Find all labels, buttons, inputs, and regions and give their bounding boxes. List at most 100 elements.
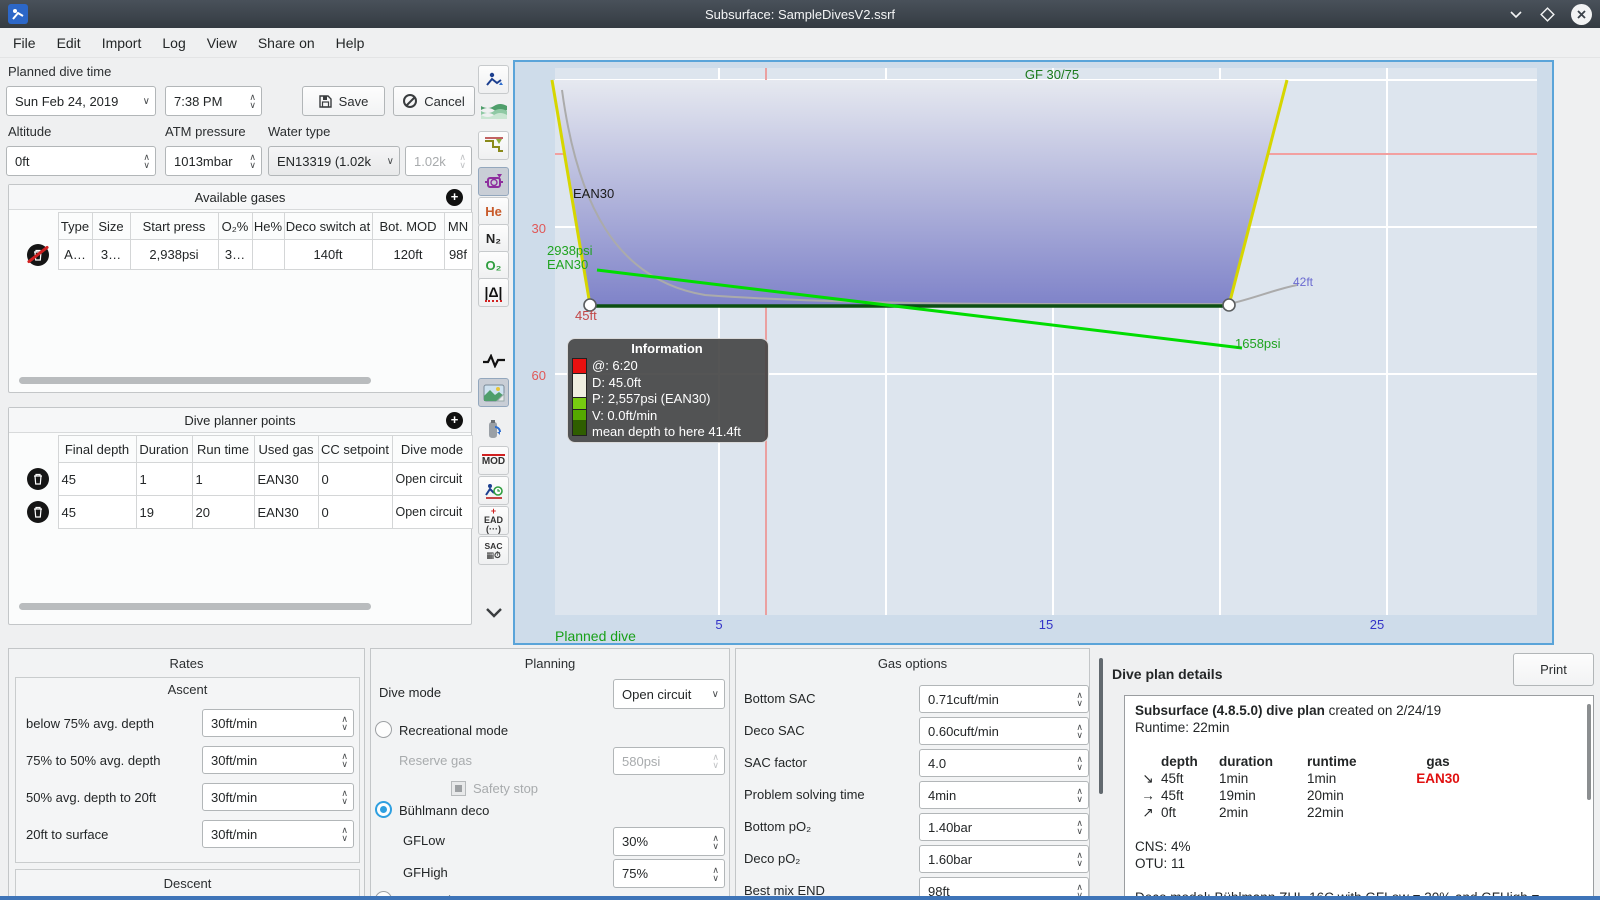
point-duration-cell[interactable]: 1: [135, 462, 193, 496]
spinner-arrows-icon[interactable]: ∧ ∨: [341, 752, 348, 769]
dive-date-combo[interactable]: Sun Feb 24, 2019 ∨: [6, 86, 156, 116]
toolbar-heartrate-button[interactable]: [478, 346, 509, 375]
maximize-icon[interactable]: [1540, 6, 1555, 22]
dive-profile-chart[interactable]: GF 30/75 EAN30 2938psi EAN30 45ft 42ft 1…: [513, 60, 1554, 645]
gas-size-cell[interactable]: 3…: [91, 239, 131, 270]
point-duration-cell[interactable]: 19: [135, 495, 193, 529]
delete-gas-icon[interactable]: [26, 243, 49, 266]
menu-file[interactable]: File: [13, 35, 36, 51]
point-runtime-cell[interactable]: 20: [191, 495, 255, 529]
menu-help[interactable]: Help: [336, 35, 365, 51]
delete-point-icon[interactable]: [26, 468, 49, 490]
atm-pressure-spinner[interactable]: 1013mbar ∧ ∨: [165, 146, 262, 176]
gas-type-cell[interactable]: A…: [57, 239, 93, 270]
deco-sac-spinner[interactable]: 0.60cuft/min ∧ ∨: [919, 717, 1089, 745]
toolbar-sac-button[interactable]: SAC ▦⏱: [478, 536, 509, 565]
gflow-spinner[interactable]: 30% ∧ ∨: [613, 827, 725, 856]
point-mode-cell[interactable]: Open circuit: [391, 462, 473, 496]
toolbar-scroll-down-button[interactable]: [478, 598, 509, 627]
spinner-arrows-icon[interactable]: ∧ ∨: [249, 153, 256, 170]
gas-bot-mod-cell[interactable]: 120ft: [371, 239, 445, 270]
gases-col-bot-mod[interactable]: Bot. MOD: [371, 212, 445, 240]
ascent-rate-spinner[interactable]: 30ft/min ∧ ∨: [202, 709, 354, 737]
gases-col-size[interactable]: Size: [91, 212, 131, 240]
toolbar-n2-button[interactable]: N₂: [478, 224, 509, 253]
points-col-duration[interactable]: Duration: [135, 435, 193, 463]
toolbar-mod-button[interactable]: MOD: [478, 446, 509, 475]
gfhigh-spinner[interactable]: 75% ∧ ∨: [613, 859, 725, 888]
spinner-arrows-icon[interactable]: ∧ ∨: [1076, 819, 1083, 836]
dive-plan-details-text[interactable]: Subsurface (4.8.5.0) dive plan created o…: [1124, 695, 1594, 898]
spinner-arrows-icon[interactable]: ∧ ∨: [249, 93, 256, 110]
point-setpoint-cell[interactable]: 0: [317, 462, 393, 496]
spinner-arrows-icon[interactable]: ∧ ∨: [1076, 723, 1083, 740]
menu-view[interactable]: View: [207, 35, 237, 51]
points-col-runtime[interactable]: Run time: [191, 435, 255, 463]
points-col-mode[interactable]: Dive mode: [391, 435, 473, 463]
gas-o2-cell[interactable]: 3…: [217, 239, 253, 270]
toolbar-tissue-delta-button[interactable]: |Δ|: [478, 278, 509, 307]
altitude-spinner[interactable]: 0ft ∧ ∨: [6, 146, 156, 176]
details-v-scrollbar[interactable]: [1587, 704, 1591, 800]
problem-solving-time-spinner[interactable]: 4min ∧ ∨: [919, 781, 1089, 809]
toolbar-waves-button[interactable]: [478, 96, 509, 125]
close-icon[interactable]: [1571, 3, 1592, 25]
spinner-arrows-icon[interactable]: ∧ ∨: [341, 826, 348, 843]
spinner-arrows-icon[interactable]: ∧ ∨: [712, 833, 719, 850]
add-gas-icon[interactable]: +: [446, 189, 463, 206]
menu-share-on[interactable]: Share on: [258, 35, 315, 51]
profile-handle[interactable]: [1222, 298, 1236, 312]
point-gas-cell[interactable]: EAN30: [253, 495, 319, 529]
gases-h-scrollbar[interactable]: [19, 377, 371, 384]
add-point-icon[interactable]: +: [446, 412, 463, 429]
gas-deco-switch-cell[interactable]: 140ft: [283, 239, 373, 270]
spinner-arrows-icon[interactable]: ∧ ∨: [1076, 851, 1083, 868]
print-button[interactable]: Print: [1513, 653, 1594, 686]
spinner-arrows-icon[interactable]: ∧ ∨: [712, 865, 719, 882]
ascent-rate-spinner[interactable]: 30ft/min ∧ ∨: [202, 783, 354, 811]
buhlmann-deco-radio[interactable]: [375, 801, 392, 818]
toolbar-ead-button[interactable]: + EAD (···): [478, 506, 509, 535]
dive-mode-combo[interactable]: Open circuit ∨: [613, 679, 725, 709]
menu-edit[interactable]: Edit: [57, 35, 81, 51]
gas-start-press-cell[interactable]: 2,938psi: [129, 239, 219, 270]
toolbar-tank-bar-button[interactable]: [478, 414, 509, 443]
points-col-depth[interactable]: Final depth: [57, 435, 137, 463]
spinner-arrows-icon[interactable]: ∧ ∨: [1076, 755, 1083, 772]
toolbar-ceiling-button[interactable]: [478, 131, 509, 160]
gas-mnd-cell[interactable]: 98f: [443, 239, 473, 270]
spinner-arrows-icon[interactable]: ∧ ∨: [341, 789, 348, 806]
menu-log[interactable]: Log: [162, 35, 185, 51]
bottom-sac-spinner[interactable]: 0.71cuft/min ∧ ∨: [919, 685, 1089, 713]
points-h-scrollbar[interactable]: [19, 603, 371, 610]
ascent-rate-spinner[interactable]: 30ft/min ∧ ∨: [202, 820, 354, 848]
gases-col-deco-switch[interactable]: Deco switch at: [283, 212, 373, 240]
points-col-setpoint[interactable]: CC setpoint: [317, 435, 393, 463]
dive-time-spinner[interactable]: 7:38 PM ∧ ∨: [165, 86, 262, 116]
toolbar-ndl-button[interactable]: [478, 476, 509, 505]
gases-col-start-press[interactable]: Start press: [129, 212, 219, 240]
point-depth-cell[interactable]: 45: [57, 462, 137, 496]
minimize-icon[interactable]: [1508, 6, 1524, 22]
toolbar-photos-button[interactable]: [478, 378, 509, 407]
toolbar-he-button[interactable]: He: [478, 197, 509, 226]
delete-point-icon[interactable]: [26, 501, 49, 523]
point-setpoint-cell[interactable]: 0: [317, 495, 393, 529]
points-col-gas[interactable]: Used gas: [253, 435, 319, 463]
bottom-po2-spinner[interactable]: 1.40bar ∧ ∨: [919, 813, 1089, 841]
recreational-mode-radio[interactable]: [375, 721, 392, 738]
gases-col-type[interactable]: Type: [57, 212, 93, 240]
menu-import[interactable]: Import: [102, 35, 142, 51]
cancel-button[interactable]: Cancel: [393, 86, 475, 116]
point-depth-cell[interactable]: 45: [57, 495, 137, 529]
water-type-combo[interactable]: EN13319 (1.02k ∨: [268, 146, 400, 176]
spinner-arrows-icon[interactable]: ∧ ∨: [341, 715, 348, 732]
spinner-arrows-icon[interactable]: ∧ ∨: [143, 153, 150, 170]
point-mode-cell[interactable]: Open circuit: [391, 495, 473, 529]
ascent-rate-spinner[interactable]: 30ft/min ∧ ∨: [202, 746, 354, 774]
deco-po2-spinner[interactable]: 1.60bar ∧ ∨: [919, 845, 1089, 873]
spinner-arrows-icon[interactable]: ∧ ∨: [1076, 691, 1083, 708]
gases-col-mnd[interactable]: MN: [443, 212, 473, 240]
gases-col-o2[interactable]: O₂%: [217, 212, 253, 240]
point-runtime-cell[interactable]: 1: [191, 462, 255, 496]
